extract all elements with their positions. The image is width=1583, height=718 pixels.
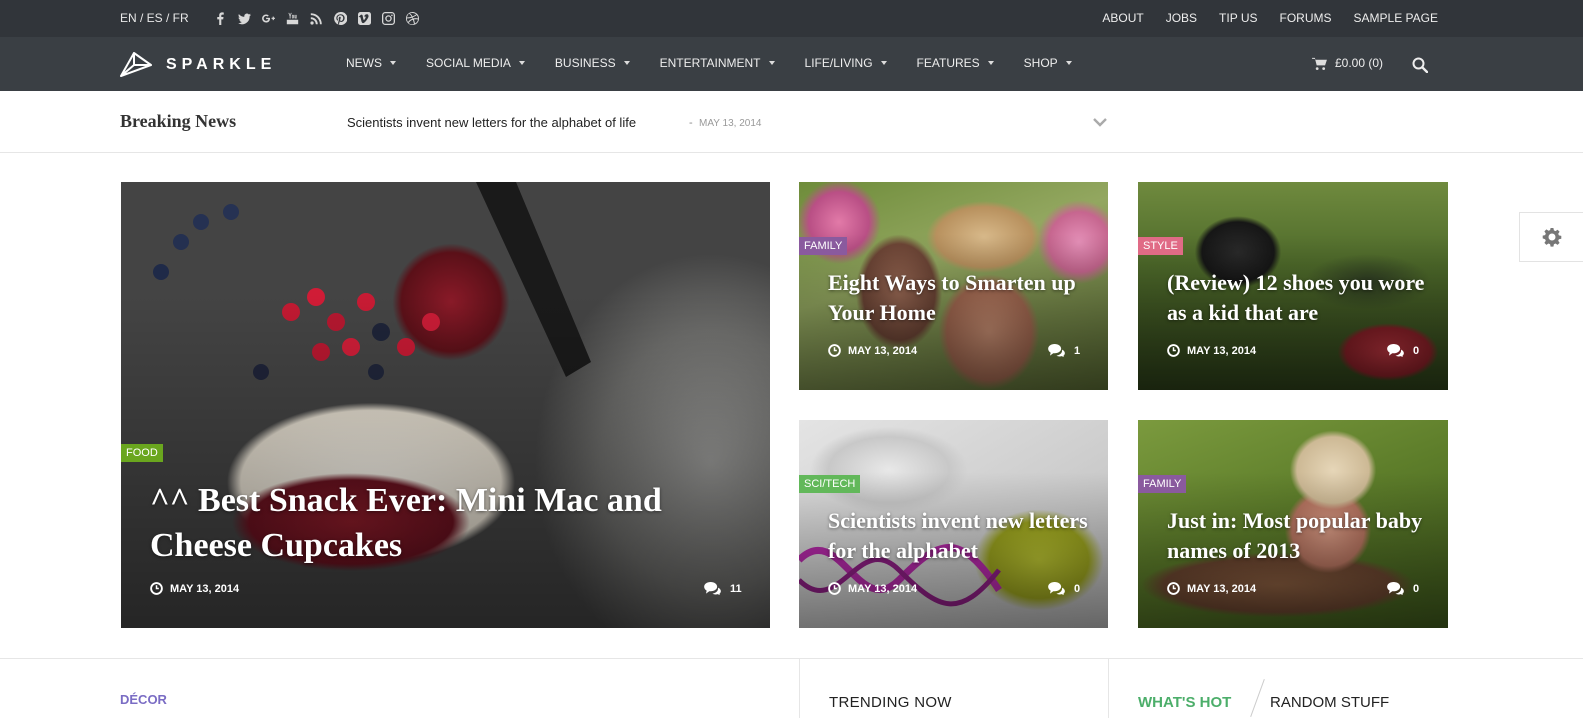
category-badge[interactable]: FAMILY (1138, 475, 1187, 493)
dribbble-icon[interactable] (406, 11, 419, 25)
card-comments[interactable]: 11 (704, 582, 742, 595)
social-icons (214, 11, 419, 25)
cart-total: £0.00 (0) (1335, 56, 1384, 70)
comments-icon (1387, 582, 1404, 595)
card-comments[interactable]: 0 (1387, 344, 1419, 357)
instagram-icon[interactable] (382, 11, 395, 25)
cart-button[interactable]: £0.00 (0) (1312, 56, 1383, 70)
featured-card-main[interactable]: FOOD ^^ Best Snack Ever: Mini Mac and Ch… (121, 182, 770, 628)
section-heading-trending: TRENDING NOW (829, 694, 952, 711)
category-badge[interactable]: FAMILY (799, 237, 848, 255)
card-date: MAY 13, 2014 (1167, 582, 1256, 595)
settings-toggle[interactable] (1519, 212, 1583, 262)
youtube-icon[interactable] (286, 11, 299, 25)
caret-down-icon (1065, 61, 1072, 65)
logo-text: SPARKLE (166, 56, 277, 73)
google-plus-icon[interactable] (262, 11, 275, 25)
menu-business[interactable]: BUSINESS (555, 56, 630, 70)
toplink-tip-us[interactable]: TIP US (1219, 11, 1257, 25)
card-title[interactable]: ^^ Best Snack Ever: Mini Mac and Cheese … (150, 478, 730, 568)
menu-news[interactable]: NEWS (346, 56, 396, 70)
category-badge[interactable]: STYLE (1138, 237, 1183, 255)
breaking-news-separator: - (689, 117, 693, 129)
card-date: MAY 13, 2014 (828, 344, 917, 357)
featured-card-5[interactable]: FAMILY Just in: Most popular baby names … (1138, 420, 1448, 628)
menu-life-living[interactable]: LIFE/LIVING (805, 56, 887, 70)
caret-down-icon (768, 61, 775, 65)
breaking-news-bar: Breaking News Scientists invent new lett… (0, 91, 1583, 153)
search-icon[interactable] (1412, 57, 1428, 73)
card-title[interactable]: Just in: Most popular baby names of 2013 (1167, 506, 1427, 566)
gear-icon (1542, 228, 1561, 247)
card-comments[interactable]: 0 (1048, 582, 1080, 595)
breaking-news-label: Breaking News (120, 111, 237, 131)
card-comments[interactable]: 0 (1387, 582, 1419, 595)
clock-icon (828, 344, 841, 357)
paper-plane-logo-icon (120, 52, 152, 77)
clock-icon (1167, 582, 1180, 595)
facebook-icon[interactable] (214, 11, 227, 25)
menu-shop[interactable]: SHOP (1024, 56, 1072, 70)
column-divider (1108, 658, 1109, 718)
pinterest-icon[interactable] (334, 11, 347, 25)
main-menu: NEWS SOCIAL MEDIA BUSINESS ENTERTAINMENT… (346, 56, 1102, 70)
menu-social-media[interactable]: SOCIAL MEDIA (426, 56, 525, 70)
category-badge[interactable]: FOOD (121, 444, 163, 462)
card-title[interactable]: Scientists invent new letters for the al… (828, 506, 1088, 566)
toplink-forums[interactable]: FORUMS (1280, 11, 1332, 25)
card-title[interactable]: Eight Ways to Smarten up Your Home (828, 268, 1088, 328)
caret-down-icon (623, 61, 630, 65)
top-bar: EN / ES / FR ABOUT JOBS TIP US FORUMS SA… (0, 0, 1583, 37)
tab-random-stuff[interactable]: RANDOM STUFF (1270, 694, 1389, 711)
comments-icon (1387, 344, 1404, 357)
top-links: ABOUT JOBS TIP US FORUMS SAMPLE PAGE (1102, 11, 1438, 25)
caret-down-icon (987, 61, 994, 65)
breaking-news-date: MAY 13, 2014 (699, 118, 762, 129)
card-title[interactable]: (Review) 12 shoes you wore as a kid that… (1167, 268, 1427, 328)
card-comments[interactable]: 1 (1048, 344, 1080, 357)
menu-entertainment[interactable]: ENTERTAINMENT (660, 56, 775, 70)
menu-features[interactable]: FEATURES (917, 56, 994, 70)
toplink-jobs[interactable]: JOBS (1166, 11, 1197, 25)
clock-icon (1167, 344, 1180, 357)
clock-icon (150, 582, 163, 595)
toplink-about[interactable]: ABOUT (1102, 11, 1143, 25)
breaking-news-title[interactable]: Scientists invent new letters for the al… (347, 115, 636, 130)
section-heading-decor[interactable]: DÉCOR (120, 692, 167, 707)
column-divider (799, 658, 800, 718)
card-date: MAY 13, 2014 (828, 582, 917, 595)
cart-icon (1312, 57, 1327, 70)
featured-card-4[interactable]: SCI/TECH Scientists invent new letters f… (799, 420, 1108, 628)
featured-card-2[interactable]: FAMILY Eight Ways to Smarten up Your Hom… (799, 182, 1108, 390)
chevron-down-icon[interactable] (1092, 116, 1108, 128)
comments-icon (1048, 344, 1065, 357)
category-badge[interactable]: SCI/TECH (799, 475, 861, 493)
toplink-sample-page[interactable]: SAMPLE PAGE (1354, 11, 1438, 25)
card-date: MAY 13, 2014 (1167, 344, 1256, 357)
card-date: MAY 13, 2014 (150, 582, 239, 595)
caret-down-icon (518, 61, 525, 65)
twitter-icon[interactable] (238, 11, 251, 25)
vimeo-icon[interactable] (358, 11, 371, 25)
featured-card-3[interactable]: STYLE (Review) 12 shoes you wore as a ki… (1138, 182, 1448, 390)
main-nav: SPARKLE NEWS SOCIAL MEDIA BUSINESS ENTER… (0, 37, 1583, 91)
comments-icon (1048, 582, 1065, 595)
comments-icon (704, 582, 721, 595)
language-switcher[interactable]: EN / ES / FR (120, 11, 189, 25)
caret-down-icon (880, 61, 887, 65)
rss-icon[interactable] (310, 11, 323, 25)
site-logo[interactable]: SPARKLE (120, 52, 276, 78)
clock-icon (828, 582, 841, 595)
caret-down-icon (390, 61, 396, 65)
tab-whats-hot[interactable]: WHAT'S HOT (1138, 694, 1231, 711)
